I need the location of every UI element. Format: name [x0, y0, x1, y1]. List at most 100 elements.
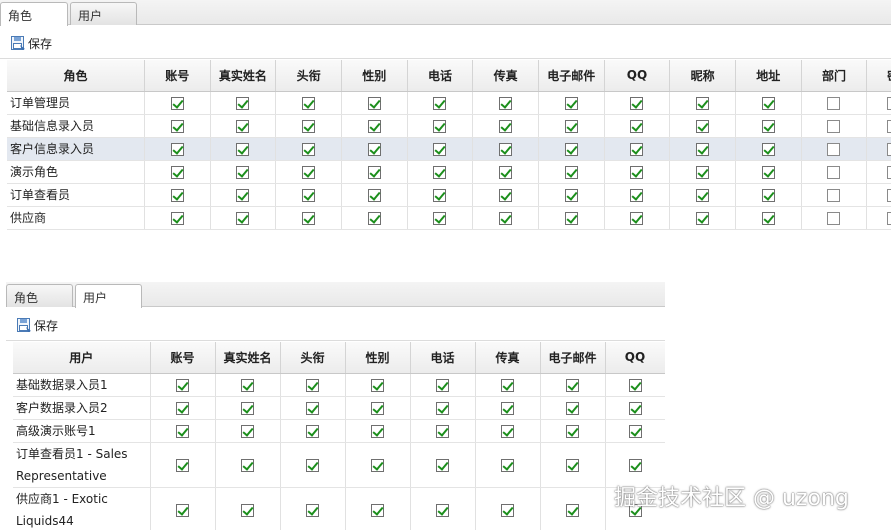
checkbox-checked[interactable] — [501, 378, 514, 392]
checkbox-checked[interactable] — [302, 96, 316, 110]
column-header[interactable]: 真实姓名 — [210, 60, 277, 92]
checkbox-checked[interactable] — [367, 211, 381, 225]
checkbox-checked[interactable] — [433, 188, 447, 202]
checkbox-checked[interactable] — [499, 119, 513, 133]
checkbox-checked[interactable] — [628, 378, 642, 392]
checkbox-checked[interactable] — [367, 119, 381, 133]
checkbox-checked[interactable] — [564, 165, 578, 179]
checkbox-checked[interactable] — [566, 458, 579, 472]
column-header[interactable]: QQ — [604, 60, 671, 92]
checkbox-checked[interactable] — [436, 458, 449, 472]
checkbox-checked[interactable] — [501, 503, 514, 517]
checkbox-checked[interactable] — [306, 401, 319, 415]
column-header[interactable]: 账号 — [150, 342, 216, 374]
checkbox-checked[interactable] — [696, 211, 710, 225]
column-header-name[interactable]: 角色 — [7, 60, 145, 92]
column-header[interactable]: 性别 — [345, 342, 411, 374]
table-row[interactable]: 演示角色 — [7, 160, 891, 184]
checkbox-checked[interactable] — [499, 188, 513, 202]
checkbox-checked[interactable] — [176, 378, 189, 392]
column-header[interactable]: 头衔 — [275, 60, 342, 92]
checkbox-checked[interactable] — [241, 424, 254, 438]
checkbox-checked[interactable] — [371, 401, 384, 415]
checkbox-checked[interactable] — [630, 142, 644, 156]
checkbox-checked[interactable] — [436, 503, 449, 517]
tab-user[interactable]: 用户 — [70, 2, 137, 25]
column-header[interactable]: 性别 — [341, 60, 408, 92]
column-header[interactable]: 地址 — [735, 60, 802, 92]
checkbox-checked[interactable] — [236, 211, 250, 225]
checkbox-checked[interactable] — [501, 401, 514, 415]
checkbox-checked[interactable] — [241, 458, 254, 472]
checkbox-checked[interactable] — [761, 211, 775, 225]
checkbox-checked[interactable] — [566, 401, 579, 415]
column-header[interactable]: 传真 — [475, 342, 541, 374]
checkbox-checked[interactable] — [176, 401, 189, 415]
column-header[interactable]: 昵称 — [669, 60, 736, 92]
checkbox-checked[interactable] — [241, 401, 254, 415]
checkbox-checked[interactable] — [371, 503, 384, 517]
checkbox-checked[interactable] — [367, 188, 381, 202]
checkbox-checked[interactable] — [302, 119, 316, 133]
checkbox-checked[interactable] — [630, 119, 644, 133]
checkbox-checked[interactable] — [306, 424, 319, 438]
save-button[interactable]: 保存 — [16, 315, 62, 335]
checkbox-checked[interactable] — [761, 96, 775, 110]
save-button[interactable]: 保存 — [10, 33, 56, 53]
checkbox-checked[interactable] — [170, 165, 184, 179]
checkbox-checked[interactable] — [170, 188, 184, 202]
checkbox-checked[interactable] — [630, 188, 644, 202]
column-header[interactable]: 电话 — [410, 342, 476, 374]
checkbox-checked[interactable] — [761, 142, 775, 156]
checkbox-checked[interactable] — [499, 211, 513, 225]
column-header[interactable]: 电子邮件 — [540, 342, 606, 374]
checkbox-checked[interactable] — [696, 96, 710, 110]
checkbox-checked[interactable] — [564, 188, 578, 202]
checkbox-checked[interactable] — [236, 142, 250, 156]
checkbox-checked[interactable] — [306, 378, 319, 392]
checkbox-checked[interactable] — [564, 211, 578, 225]
column-header[interactable]: 电子邮件 — [538, 60, 605, 92]
checkbox-unchecked[interactable] — [886, 142, 891, 156]
checkbox-unchecked[interactable] — [827, 188, 841, 202]
table-row[interactable]: 基础数据录入员1 — [13, 373, 665, 397]
checkbox-checked[interactable] — [566, 503, 579, 517]
checkbox-checked[interactable] — [566, 378, 579, 392]
checkbox-checked[interactable] — [628, 424, 642, 438]
checkbox-checked[interactable] — [367, 96, 381, 110]
column-header[interactable]: 部门 — [801, 60, 868, 92]
column-header[interactable]: 电话 — [407, 60, 474, 92]
checkbox-checked[interactable] — [170, 119, 184, 133]
checkbox-checked[interactable] — [236, 165, 250, 179]
checkbox-checked[interactable] — [499, 96, 513, 110]
tab-role[interactable]: 角色 — [0, 2, 68, 26]
checkbox-checked[interactable] — [433, 165, 447, 179]
column-header[interactable]: 头衔 — [280, 342, 346, 374]
checkbox-checked[interactable] — [436, 378, 449, 392]
checkbox-checked[interactable] — [630, 211, 644, 225]
column-header[interactable]: 密 — [866, 60, 891, 92]
checkbox-checked[interactable] — [367, 142, 381, 156]
table-row[interactable]: 客户数据录入员2 — [13, 396, 665, 420]
checkbox-checked[interactable] — [566, 424, 579, 438]
checkbox-checked[interactable] — [302, 165, 316, 179]
checkbox-unchecked[interactable] — [886, 188, 891, 202]
checkbox-checked[interactable] — [302, 188, 316, 202]
checkbox-unchecked[interactable] — [827, 119, 841, 133]
column-header-name[interactable]: 用户 — [13, 342, 151, 374]
checkbox-checked[interactable] — [433, 142, 447, 156]
table-row[interactable]: 基础信息录入员 — [7, 114, 891, 138]
checkbox-checked[interactable] — [696, 142, 710, 156]
checkbox-checked[interactable] — [176, 458, 189, 472]
table-row[interactable]: 订单管理员 — [7, 91, 891, 115]
checkbox-checked[interactable] — [761, 119, 775, 133]
checkbox-checked[interactable] — [630, 96, 644, 110]
checkbox-checked[interactable] — [501, 424, 514, 438]
column-header[interactable]: 账号 — [144, 60, 211, 92]
checkbox-checked[interactable] — [306, 503, 319, 517]
table-row[interactable]: 订单查看员 — [7, 183, 891, 207]
checkbox-checked[interactable] — [236, 119, 250, 133]
table-row[interactable]: 供应商 — [7, 206, 891, 230]
checkbox-checked[interactable] — [241, 378, 254, 392]
checkbox-checked[interactable] — [371, 424, 384, 438]
